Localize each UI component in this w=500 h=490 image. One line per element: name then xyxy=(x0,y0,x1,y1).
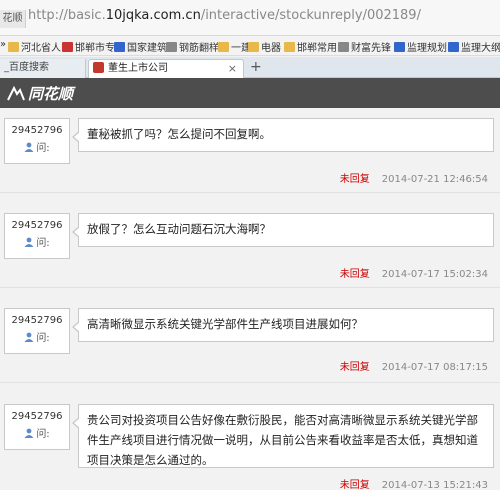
question-bubble: 贵公司对投资项目公告好像在敷衍股民，能否对高清晰微显示系统关键光学部件生产线项目… xyxy=(72,404,494,468)
status-badge: 未回复 xyxy=(339,269,370,280)
site-icon xyxy=(114,42,125,52)
question-meta: 未回复 2014-07-21 12:46:54 xyxy=(340,170,488,185)
question-time: 2014-07-17 08:17:15 xyxy=(381,362,488,373)
folder-icon xyxy=(218,42,229,52)
user-icon xyxy=(24,428,34,438)
user-id: 29452796 xyxy=(11,220,63,231)
logo-text: 同花顺 xyxy=(28,85,74,103)
user-id: 29452796 xyxy=(11,315,63,326)
site-icon xyxy=(448,42,459,52)
new-tab-button[interactable]: + xyxy=(250,59,262,76)
bookmark-item[interactable]: 监理规划 xyxy=(394,39,447,54)
asked-label: 问: xyxy=(36,143,50,154)
page-icon xyxy=(338,42,349,52)
divider xyxy=(0,192,500,193)
asked-label: 问: xyxy=(36,238,50,249)
site-logo[interactable]: 同花顺 xyxy=(6,83,73,104)
user-id: 29452796 xyxy=(11,125,63,136)
site-favicon-icon xyxy=(93,62,104,73)
question-bubble: 高清晰微显示系统关键光学部件生产线项目进展如何？ xyxy=(72,308,494,342)
user-id: 29452796 xyxy=(11,411,63,422)
tab-listed-company[interactable]: 董生上市公司 × xyxy=(88,59,244,78)
question-meta: 未回复 2014-07-17 15:02:34 xyxy=(340,265,488,280)
site-icon xyxy=(62,42,73,52)
question-text: 放假了？怎么互动问题石沉大海啊？ xyxy=(87,222,271,236)
user-icon xyxy=(24,237,34,247)
bookmark-item[interactable]: 钢筋翻样 xyxy=(166,39,219,54)
site-icon xyxy=(394,42,405,52)
bookmark-item[interactable]: 监理大纲 xyxy=(448,39,500,54)
user-icon xyxy=(24,332,34,342)
user-card[interactable]: 29452796 问: xyxy=(4,308,70,354)
browser-brand-label: 花顺 xyxy=(0,10,26,28)
question-list: 29452796 问: 董秘被抓了吗？怎么提问不回复啊。 未回复 2014-07-… xyxy=(0,108,500,490)
url-field[interactable]: http://basic.10jqka.com.cn/interactive/s… xyxy=(28,8,421,23)
bookmark-item[interactable]: 国家建筑 xyxy=(114,39,167,54)
folder-icon xyxy=(284,42,295,52)
question-time: 2014-07-17 15:02:34 xyxy=(381,269,488,280)
bookmark-item[interactable]: 电器 xyxy=(248,39,281,54)
url-prefix: http://basic. xyxy=(28,8,106,23)
bookmark-item[interactable]: 一建 xyxy=(218,39,251,54)
bookmark-item[interactable]: 邯郸市专 xyxy=(62,39,115,54)
bookmark-item[interactable]: 邯郸常用 xyxy=(284,39,337,54)
bookmarks-arrow-icon[interactable]: » xyxy=(0,39,6,50)
folder-icon xyxy=(8,42,19,52)
user-card[interactable]: 29452796 问: xyxy=(4,118,70,164)
address-bar: 花顺 http://basic.10jqka.com.cn/interactiv… xyxy=(0,0,500,36)
site-header: 同花顺 xyxy=(0,78,500,108)
status-badge: 未回复 xyxy=(339,362,370,373)
bookmark-item[interactable]: 河北省人 xyxy=(8,39,61,54)
asked-label: 问: xyxy=(36,429,50,440)
bookmark-item[interactable]: 财富先锋 xyxy=(338,39,391,54)
page-icon xyxy=(166,42,177,52)
question-bubble: 放假了？怎么互动问题石沉大海啊？ xyxy=(72,213,494,247)
close-icon[interactable]: × xyxy=(228,60,237,78)
tab-bar: _百度搜索 董生上市公司 × + xyxy=(0,57,500,78)
logo-mark-icon xyxy=(7,86,25,101)
url-domain: 10jqka.com.cn xyxy=(105,8,201,23)
status-badge: 未回复 xyxy=(339,174,370,185)
divider xyxy=(0,382,500,383)
asked-label: 问: xyxy=(36,333,50,344)
question-bubble: 董秘被抓了吗？怎么提问不回复啊。 xyxy=(72,118,494,152)
user-card[interactable]: 29452796 问: xyxy=(4,213,70,259)
folder-icon xyxy=(248,42,259,52)
bookmarks-bar: » 河北省人 邯郸市专 国家建筑 钢筋翻样 一建 电器 邯郸常用 财富先锋 监理… xyxy=(0,36,500,56)
question-time: 2014-07-13 15:21:43 xyxy=(381,480,488,490)
question-text: 董秘被抓了吗？怎么提问不回复啊。 xyxy=(87,127,271,141)
divider xyxy=(0,287,500,288)
question-meta: 未回复 2014-07-17 08:17:15 xyxy=(340,358,488,373)
question-time: 2014-07-21 12:46:54 xyxy=(381,174,488,185)
status-badge: 未回复 xyxy=(339,480,370,490)
user-card[interactable]: 29452796 问: xyxy=(4,404,70,450)
question-text: 高清晰微显示系统关键光学部件生产线项目进展如何？ xyxy=(87,317,363,331)
question-text: 贵公司对投资项目公告好像在敷衍股民，能否对高清晰微显示系统关键光学部件生产线项目… xyxy=(87,413,478,467)
tab-baidu-search[interactable]: _百度搜索 xyxy=(0,59,86,78)
url-path: /interactive/stockunreply/002189/ xyxy=(200,8,421,23)
user-icon xyxy=(24,142,34,152)
question-meta: 未回复 2014-07-13 15:21:43 xyxy=(340,476,488,490)
